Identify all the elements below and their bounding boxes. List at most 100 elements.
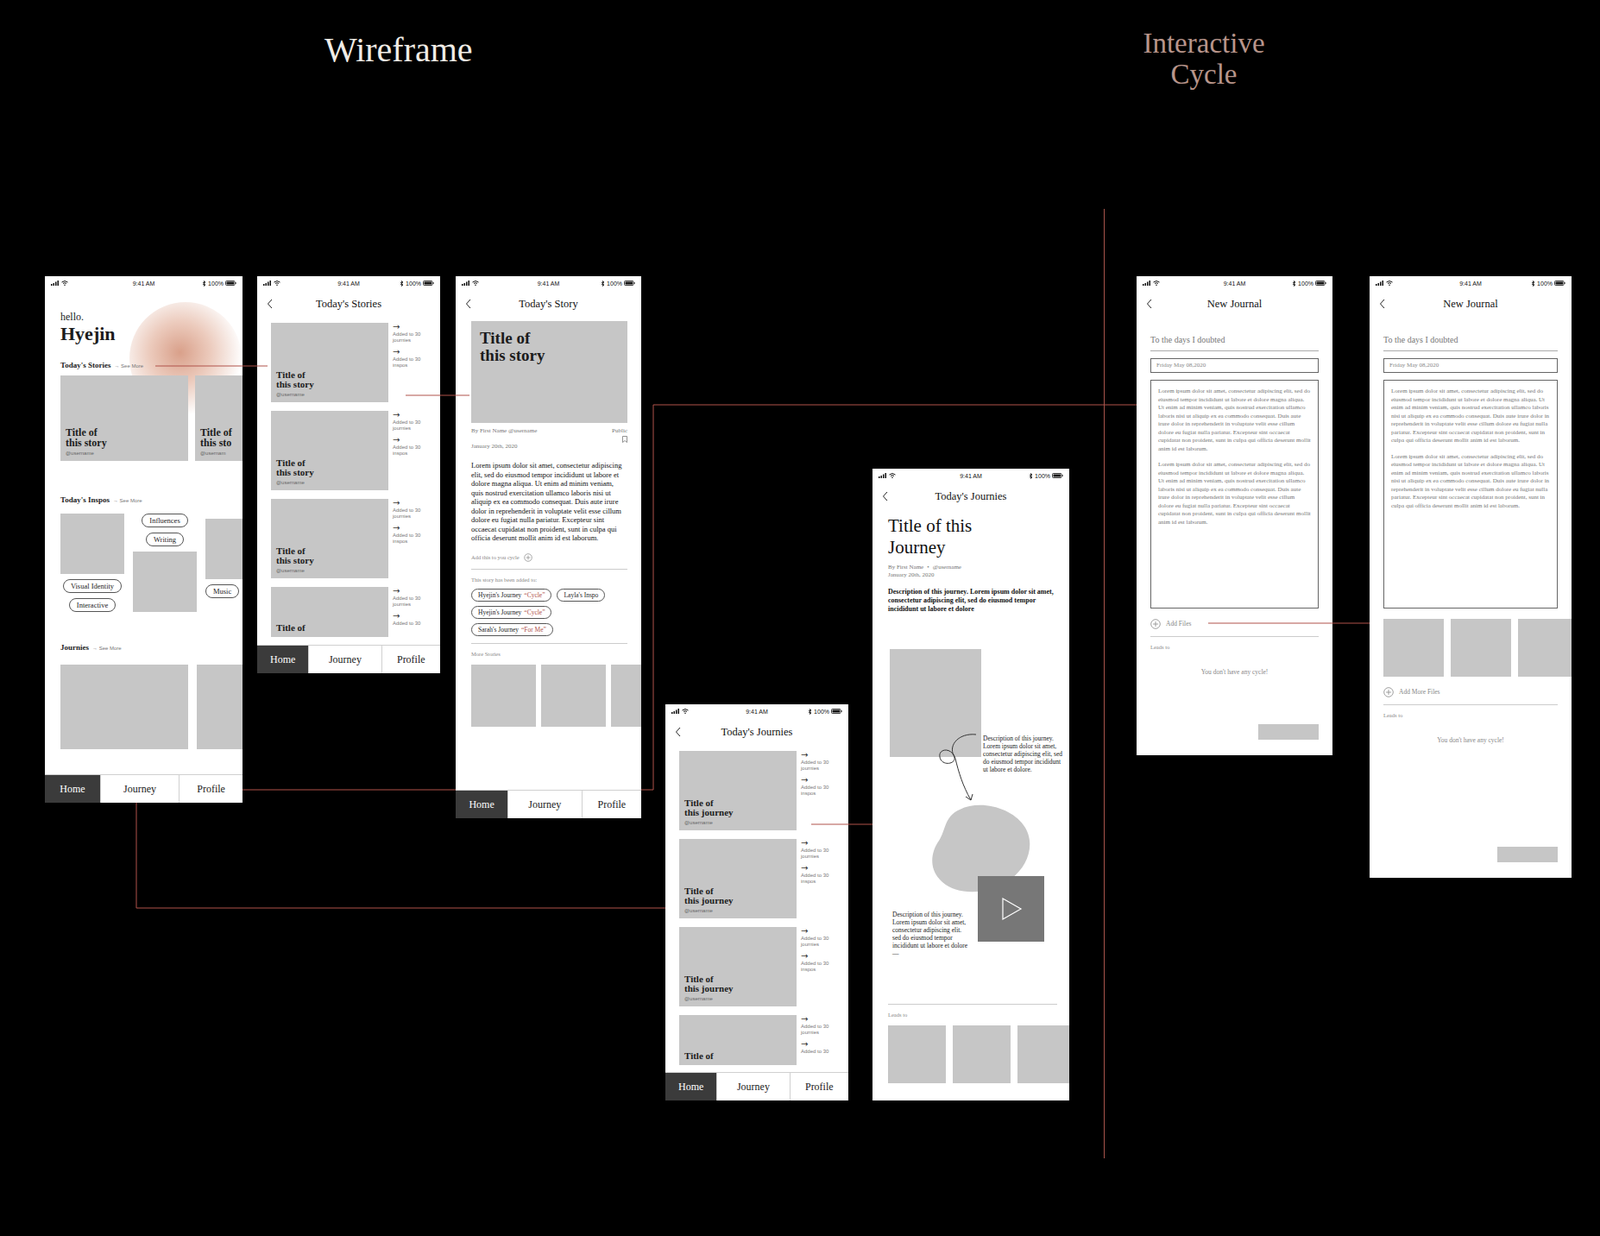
arrow-glyph: → (392, 435, 434, 445)
arrow-glyph: → (800, 951, 842, 961)
arrow-glyph: → (800, 838, 842, 848)
feed-item[interactable]: Title of→Added to 30 journies→Added to 3… (679, 1014, 842, 1065)
back-chevron-icon[interactable] (881, 491, 889, 502)
bottom-nav: HomeJourneyProfile (44, 774, 243, 803)
nav-tab[interactable]: Home (257, 645, 309, 674)
feed-card[interactable]: Title of this story@username (270, 498, 389, 579)
inspo-image[interactable] (60, 513, 125, 574)
add-files-button[interactable]: Add More Files (1383, 686, 1558, 698)
wifi-icon (888, 472, 896, 479)
back-chevron-icon[interactable] (1379, 298, 1386, 309)
status-bar: 9:41 AM100% (44, 276, 243, 290)
leads-thumbnail[interactable] (952, 1025, 1011, 1084)
nav-tab[interactable]: Home (665, 1072, 717, 1101)
feed-card[interactable]: Title of this journey@username (679, 926, 797, 1007)
plus-circle-icon[interactable] (523, 553, 533, 562)
section-divider (1103, 208, 1105, 1159)
attachment-thumbnail[interactable] (1450, 618, 1512, 677)
plus-circle-icon[interactable] (1150, 618, 1161, 630)
title-input[interactable]: To the days I doubted (1383, 329, 1558, 352)
video-block[interactable] (977, 875, 1045, 942)
inspo-tag[interactable]: Interactive (69, 598, 116, 612)
see-more-link[interactable]: → See More (113, 363, 144, 369)
inspo-tag[interactable]: Writing (145, 532, 184, 547)
feed-item[interactable]: Title of this story@username→Added to 30… (270, 322, 434, 403)
feed-item[interactable]: Title of→Added to 30 journies→Added to 3… (270, 586, 434, 637)
nav-tab[interactable]: Profile (581, 790, 642, 819)
feed-card[interactable]: Title of (679, 1014, 797, 1065)
collection-tag[interactable]: Hyejin's Journey“Cycle” (471, 605, 552, 619)
journey-count: Added to 30 journies (392, 507, 434, 520)
nav-tab[interactable]: Home (44, 774, 101, 803)
inspo-image[interactable] (132, 551, 197, 612)
bluetooth-icon (600, 280, 605, 287)
journal-textarea[interactable]: Lorem ipsum dolor sit amet, consectetur … (1383, 379, 1558, 609)
save-button[interactable] (1258, 724, 1319, 740)
inspo-image[interactable] (205, 518, 243, 580)
add-files-button[interactable]: Add Files (1150, 618, 1319, 630)
nav-tab[interactable]: Profile (381, 645, 441, 674)
add-to-cycle[interactable]: Add this to you cycle (471, 553, 628, 562)
arrow-glyph: → (392, 611, 434, 621)
back-chevron-icon[interactable] (674, 726, 682, 738)
bookmark-icon[interactable] (622, 435, 628, 443)
feed-card[interactable]: Title of this story@username (270, 322, 389, 403)
save-button[interactable] (1497, 846, 1558, 863)
canvas-note: Description of this journey. Lorem ipsum… (982, 734, 1065, 774)
nav-tab[interactable]: Journey (507, 790, 582, 819)
app-bar: Today's Story (455, 289, 642, 318)
see-more-link[interactable]: → See More (92, 645, 122, 651)
story-thumbnail[interactable] (471, 664, 536, 727)
story-thumbnail[interactable] (541, 664, 606, 727)
back-chevron-icon[interactable] (465, 298, 473, 309)
journey-card[interactable] (196, 664, 243, 750)
inspo-tag[interactable]: Influences (141, 513, 188, 528)
title-input[interactable]: To the days I doubted (1150, 329, 1319, 352)
date-input[interactable]: Friday May 08,2020 (1150, 358, 1319, 373)
feed-card[interactable]: Title of this journey@username (679, 838, 797, 919)
inspo-tag[interactable]: Music (205, 584, 240, 599)
journal-textarea[interactable]: Lorem ipsum dolor sit amet, consectetur … (1150, 379, 1319, 609)
inspo-tag[interactable]: Visual Identity (62, 579, 122, 593)
feed-card[interactable]: Title of this journey@username (679, 750, 797, 831)
attachment-thumbnail[interactable] (1383, 618, 1444, 677)
feed-card[interactable]: Title of (270, 586, 389, 637)
story-card[interactable]: Title of this story@username (60, 375, 189, 461)
story-card[interactable]: Title of this sto@usernam (195, 375, 243, 461)
nav-tab[interactable]: Journey (100, 774, 179, 803)
collection-tag[interactable]: Hyejin's Journey“Cycle” (471, 588, 552, 602)
nav-tab[interactable]: Profile (789, 1072, 849, 1101)
signal-icon (1142, 280, 1152, 286)
plus-circle-icon[interactable] (1383, 686, 1394, 698)
nav-tab[interactable]: Journey (308, 645, 381, 674)
collection-tag[interactable]: Layla's Inspo (556, 588, 605, 602)
collection-tag[interactable]: Sarah's Journey“For Me” (471, 623, 554, 637)
story-text: Lorem ipsum dolor sit amet, consectetur … (471, 460, 628, 543)
attachment-thumbnail[interactable] (1518, 618, 1572, 677)
nav-tab[interactable]: Profile (178, 774, 243, 803)
leads-thumbnail[interactable] (888, 1025, 946, 1084)
play-icon[interactable] (1000, 896, 1023, 921)
back-chevron-icon[interactable] (1146, 298, 1153, 309)
inspo-count: Added to 30 inspos (392, 444, 434, 457)
feed-item[interactable]: Title of this story@username→Added to 30… (270, 410, 434, 491)
leads-thumbnail[interactable] (1017, 1025, 1070, 1084)
feed-card[interactable]: Title of this story@username (270, 410, 389, 491)
nav-tab[interactable]: Journey (716, 1072, 789, 1101)
journey-card[interactable] (60, 664, 189, 750)
app-bar: New Journal (1369, 289, 1572, 318)
feed-item[interactable]: Title of this journey@username→Added to … (679, 838, 842, 919)
feed-item[interactable]: Title of this journey@username→Added to … (679, 926, 842, 1007)
nav-tab[interactable]: Home (455, 790, 508, 819)
back-chevron-icon[interactable] (266, 298, 274, 309)
canvas-image[interactable] (889, 648, 982, 757)
feed-item[interactable]: Title of this story@username→Added to 30… (270, 498, 434, 579)
status-bar: 9:41 AM100% (665, 704, 849, 719)
date-input[interactable]: Friday May 08,2020 (1383, 358, 1558, 373)
flow-line (155, 365, 268, 367)
date: January 20th, 2020 (471, 442, 628, 451)
bottom-nav: HomeJourneyProfile (455, 789, 642, 819)
see-more-link[interactable]: → See More (113, 497, 143, 504)
feed-item[interactable]: Title of this journey@username→Added to … (679, 750, 842, 831)
story-thumbnail[interactable] (611, 664, 642, 727)
